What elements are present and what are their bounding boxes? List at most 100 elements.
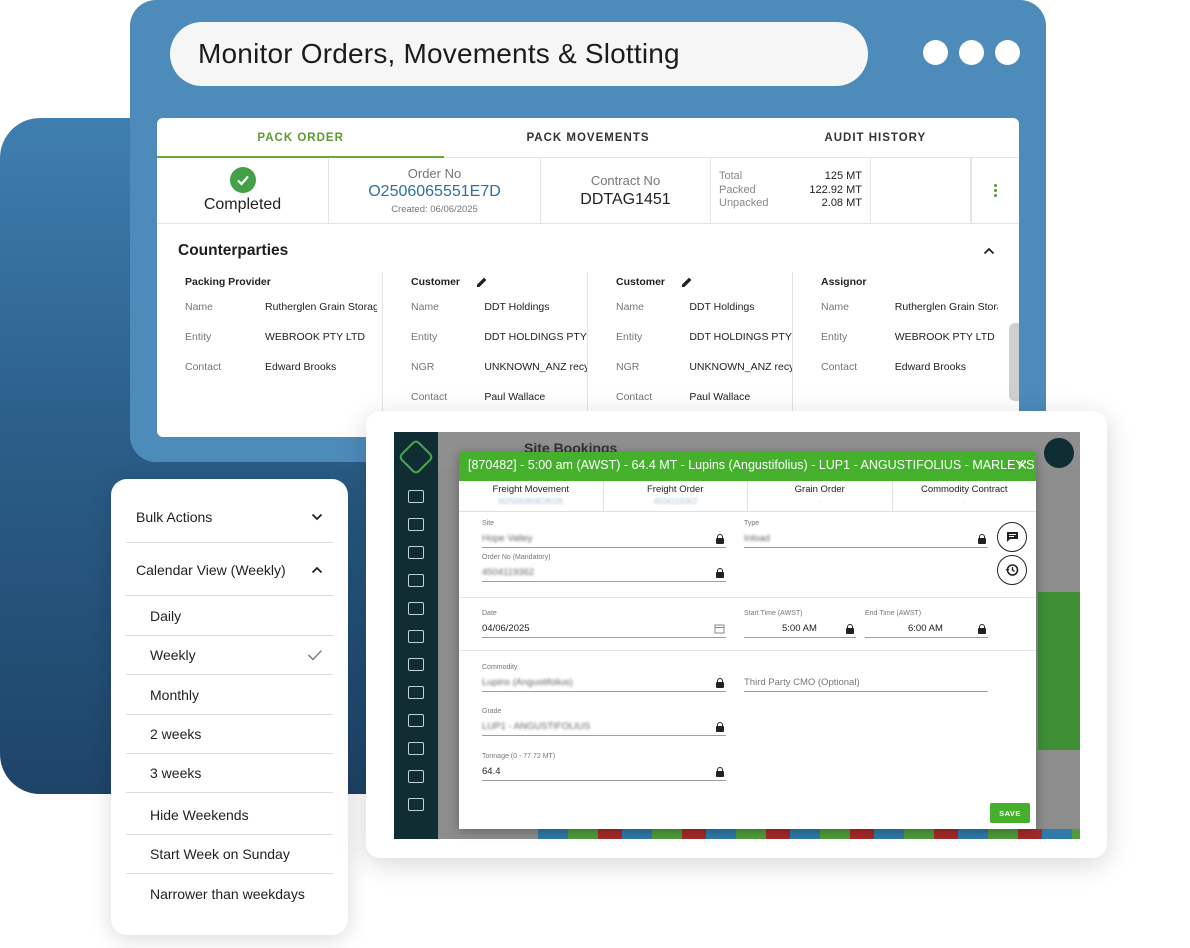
option-hide-weekends[interactable]: Hide Weekends (126, 796, 333, 835)
shield-icon[interactable] (408, 770, 424, 783)
order-number-link[interactable]: O2506065551E7D (368, 183, 501, 201)
option-2-weeks[interactable]: 2 weeks (126, 715, 333, 754)
cp-key: Contact (411, 391, 448, 403)
cp-value: DDT HOLDINGS PTY LTI (689, 331, 792, 343)
building-icon[interactable] (408, 574, 424, 587)
tab-pack-movements[interactable]: PACK MOVEMENTS (444, 118, 731, 157)
option-monthly[interactable]: Monthly (126, 676, 333, 715)
cp-row: Contact Edward Brooks (185, 352, 382, 382)
option-label: Daily (150, 608, 182, 624)
cp-key: Name (185, 301, 214, 313)
tab-audit-history[interactable]: AUDIT HISTORY (732, 118, 1019, 157)
cp-row: Contact Paul Wallace (411, 382, 587, 412)
order-summary: Completed Order No O2506065551E7D Create… (157, 158, 1019, 224)
third-party-cmo-field[interactable]: Third Party CMO (Optional) (744, 676, 988, 692)
created-date: Created: 06/06/2025 (391, 204, 478, 215)
save-button[interactable]: SAVE (990, 803, 1030, 823)
calendar-icon[interactable] (714, 623, 725, 634)
option-3-weeks[interactable]: 3 weeks (126, 754, 333, 793)
truck-user-icon[interactable] (408, 658, 424, 671)
invoice-icon[interactable] (408, 742, 424, 755)
grade-field[interactable]: Grade LUP1 - ANGUSTIFOLIUS (482, 708, 726, 736)
cp-row: Name DDT Holdings (411, 292, 587, 322)
option-weekly[interactable]: Weekly (126, 636, 333, 675)
side-scroll-handle[interactable] (1009, 323, 1019, 401)
cp-key: Entity (616, 331, 643, 343)
customer-column: Customer Name DDT Holdings Entity DDT HOLD… (588, 272, 793, 412)
contract-number: DDTAG1451 (580, 190, 671, 208)
tab-label: Grain Order (794, 484, 845, 495)
comment-button[interactable] (997, 522, 1027, 552)
tonnage-value: 64.4 (482, 766, 501, 777)
site-field[interactable]: Site Hope Valley (482, 520, 726, 548)
cp-value: Rutherglen Grain Storag (265, 301, 377, 313)
option-label: Hide Weekends (150, 807, 249, 823)
document-icon[interactable] (408, 630, 424, 643)
date-label: Date (482, 610, 497, 617)
id-card-icon[interactable] (408, 518, 424, 531)
lock-icon (716, 722, 724, 732)
option-label: Weekly (150, 647, 196, 663)
truck-icon[interactable] (408, 686, 424, 699)
edit-pencil-icon[interactable] (681, 276, 693, 288)
date-field[interactable]: Date 04/06/2025 (482, 610, 726, 638)
column-heading: Customer (616, 272, 792, 292)
packed-value: 122.92 MT (809, 183, 862, 196)
tonnage-field[interactable]: Tonnage (0 - 77.72 MT) 64.4 (482, 753, 726, 781)
commodity-contract-tab[interactable]: Commodity Contract - (893, 481, 1037, 511)
option-narrower-weekends[interactable]: Narrower than weekdays (126, 874, 333, 913)
cp-row: NGR UNKNOWN_ANZ recycli (616, 352, 792, 382)
option-label: Start Week on Sunday (150, 846, 290, 862)
option-daily[interactable]: Daily (126, 597, 333, 636)
column-heading-text: Customer (411, 276, 461, 288)
type-value: Inload (744, 533, 770, 544)
chevron-up-icon[interactable] (983, 247, 995, 255)
avatar[interactable] (1044, 438, 1074, 468)
bank-icon[interactable] (408, 798, 424, 811)
freight-order-tab[interactable]: Freight Order 4504119362 (604, 481, 748, 511)
close-icon[interactable]: ✕ (1016, 457, 1028, 474)
assignor-column: Assignor Name Rutherglen Grain Storag Ent… (793, 272, 998, 412)
exit-icon[interactable] (408, 714, 424, 727)
tab-label: Commodity Contract (920, 484, 1008, 495)
cp-value: DDT Holdings (484, 301, 550, 313)
calendar-view-dropdown[interactable]: Calendar View (Weekly) (126, 545, 333, 596)
end-time-field[interactable]: End Time (AWST) 6:00 AM (865, 610, 988, 638)
tab-bar: PACK ORDER PACK MOVEMENTS AUDIT HISTORY (157, 118, 1019, 158)
cp-value: DDT Holdings (689, 301, 755, 313)
order-no-value: 4504119362 (482, 567, 535, 578)
column-heading-text: Assignor (821, 276, 867, 288)
currency-icon[interactable] (408, 602, 424, 615)
bulk-actions-dropdown[interactable]: Bulk Actions (126, 492, 333, 543)
order-cell: Order No O2506065551E7D Created: 06/06/2… (329, 158, 541, 223)
history-button[interactable] (997, 555, 1027, 585)
option-label: Narrower than weekdays (150, 885, 305, 902)
tab-pack-order[interactable]: PACK ORDER (157, 118, 445, 158)
counterparties-grid: Packing Provider Name Rutherglen Grain St… (157, 272, 1019, 412)
freight-movement-tab[interactable]: Freight Movement M2506060828026 (459, 481, 604, 511)
lock-icon (716, 534, 724, 544)
type-field[interactable]: Type Inload (744, 520, 988, 548)
dashboard-icon[interactable] (408, 490, 424, 503)
grain-order-tab[interactable]: Grain Order - (748, 481, 893, 511)
option-label: Monthly (150, 687, 200, 703)
window-dot (995, 40, 1020, 65)
start-time-label: Start Time (AWST) (744, 610, 803, 617)
status-text: Completed (203, 196, 282, 213)
cp-key: NGR (411, 361, 435, 373)
cp-value: UNKNOWN_ANZ recycli (689, 361, 792, 373)
booking-slots[interactable] (1038, 592, 1080, 750)
cp-value: Edward Brooks (265, 361, 337, 373)
tab-sub: - (818, 497, 822, 506)
customer-column: Customer Name DDT Holdings Entity DDT HOLD… (383, 272, 588, 412)
order-no-field[interactable]: Order No (Mandatory) 4504119362 (482, 554, 726, 582)
option-start-week-sunday[interactable]: Start Week on Sunday (126, 835, 333, 874)
edit-pencil-icon[interactable] (476, 276, 488, 288)
more-menu-button[interactable] (971, 158, 1019, 223)
status-cell: Completed (157, 158, 329, 223)
site-label: Site (482, 520, 495, 527)
cp-value: Paul Wallace (689, 391, 751, 403)
start-time-field[interactable]: Start Time (AWST) 5:00 AM (744, 610, 856, 638)
commodity-field[interactable]: Commodity Lupins (Angustifolius) (482, 664, 726, 692)
wheat-icon[interactable] (408, 546, 424, 559)
